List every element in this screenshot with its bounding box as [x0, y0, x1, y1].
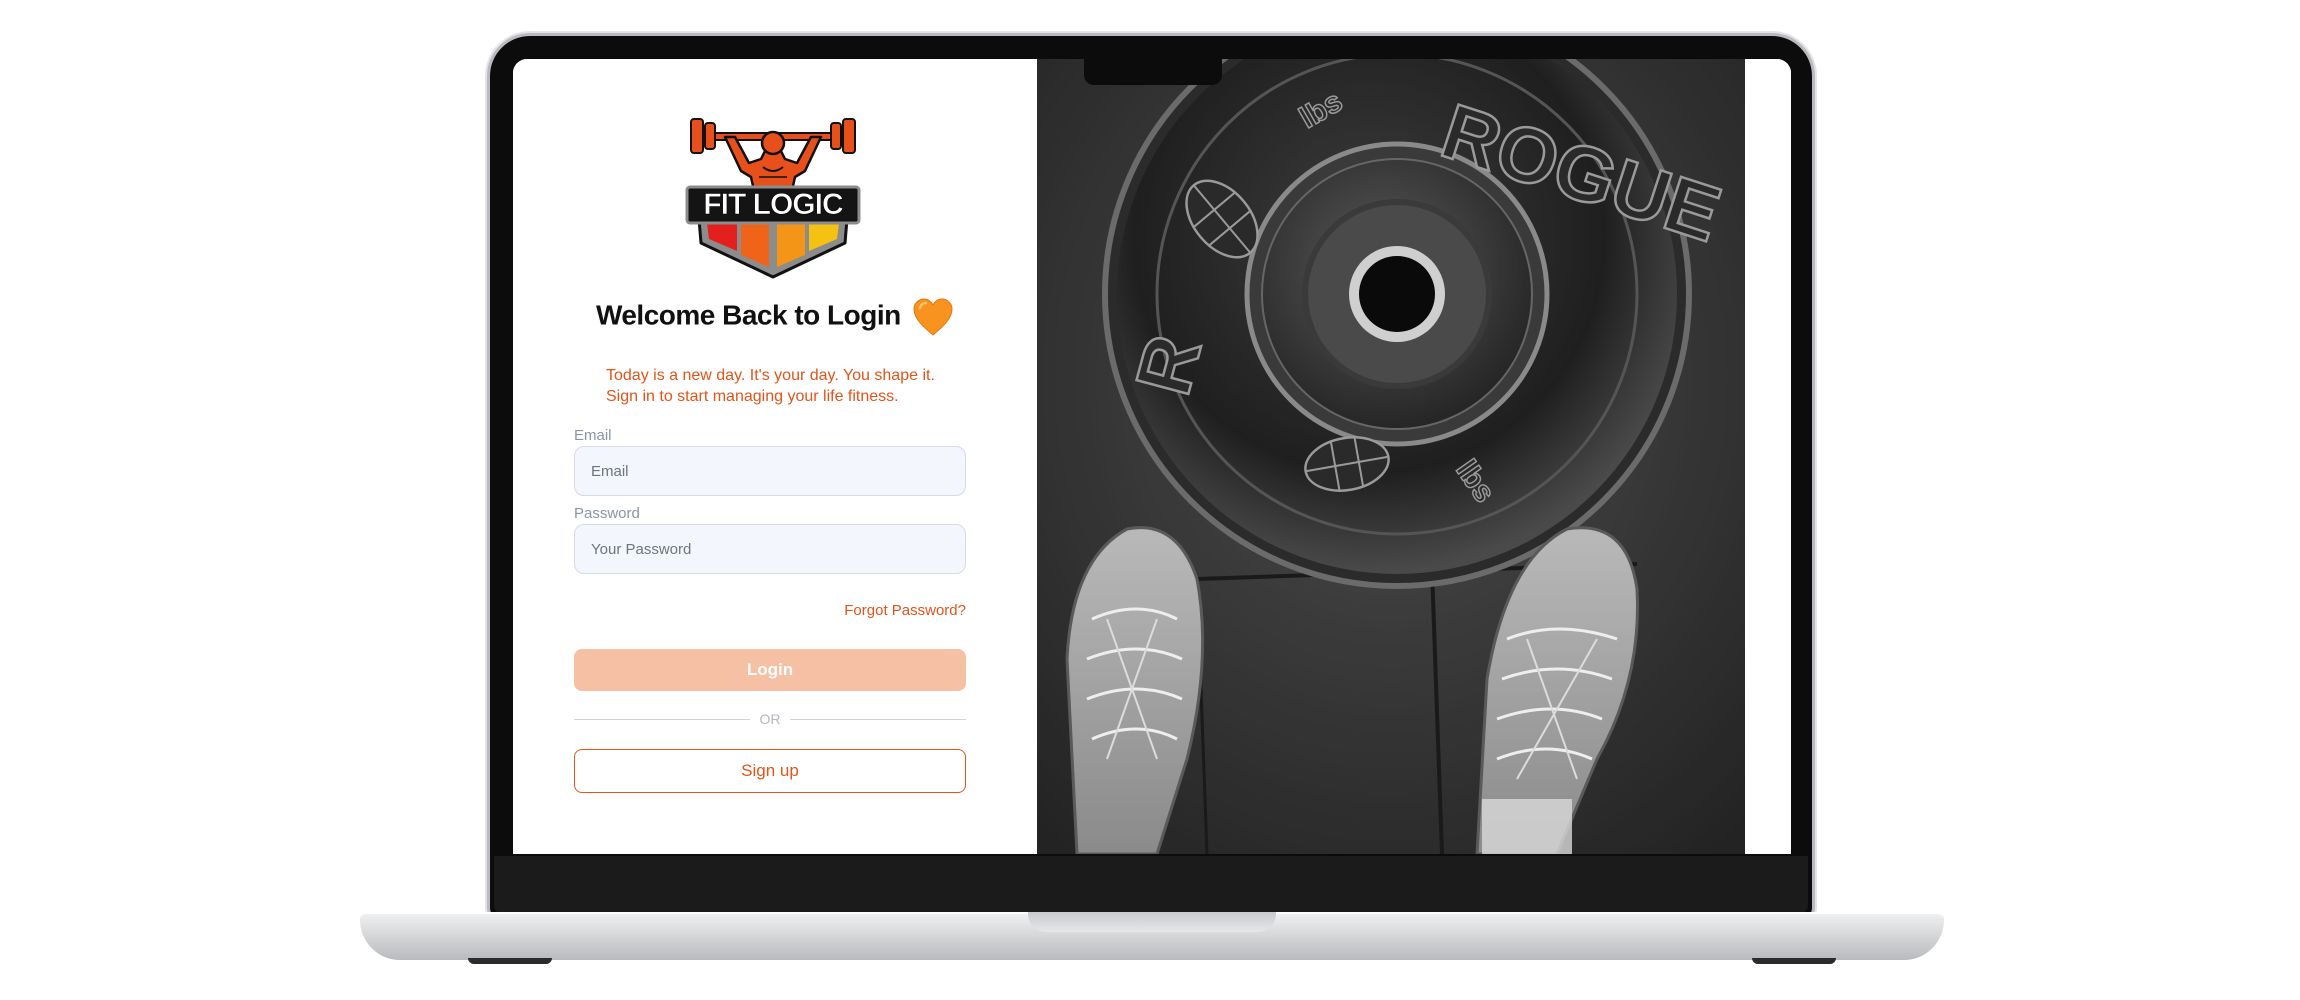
laptop-screen: FIT LOGIC Welcome Back to Login Today is…	[513, 59, 1791, 854]
signup-button[interactable]: Sign up	[574, 749, 966, 793]
welcome-title: Welcome Back to Login	[595, 299, 901, 331]
laptop-base-notch	[1028, 912, 1276, 932]
laptop-chin	[494, 856, 1808, 916]
password-label: Password	[574, 505, 640, 522]
camera-notch	[1084, 59, 1222, 85]
hero-photo: ROGUE R lbs lbs	[1037, 59, 1745, 854]
laptop-foot-left	[468, 958, 552, 964]
laptop-frame: FIT LOGIC Welcome Back to Login Today is…	[0, 0, 2300, 1000]
laptop-foot-right	[1752, 958, 1836, 964]
tagline-line-2: Sign in to start managing your life fitn…	[606, 388, 899, 405]
email-input[interactable]	[574, 446, 966, 496]
forgot-password-link[interactable]: Forgot Password?	[844, 602, 966, 619]
tagline-line-1: Today is a new day. It's your day. You s…	[606, 367, 935, 384]
login-panel: FIT LOGIC Welcome Back to Login Today is…	[513, 59, 1037, 854]
divider-line-right	[790, 719, 966, 720]
or-divider: OR	[574, 711, 966, 727]
fit-logic-logo: FIT LOGIC	[685, 118, 861, 279]
screen-right-strip	[1745, 59, 1791, 854]
tagline: Today is a new day. It's your day. You s…	[606, 365, 986, 407]
weight-plate-photo: ROGUE R lbs lbs	[1037, 59, 1745, 854]
orange-heart-icon	[913, 298, 953, 336]
email-label: Email	[574, 427, 612, 444]
password-input[interactable]	[574, 524, 966, 574]
welcome-heading: Welcome Back to Login	[513, 297, 1037, 337]
login-button[interactable]: Login	[574, 649, 966, 691]
logo-text: FIT LOGIC	[703, 188, 843, 221]
